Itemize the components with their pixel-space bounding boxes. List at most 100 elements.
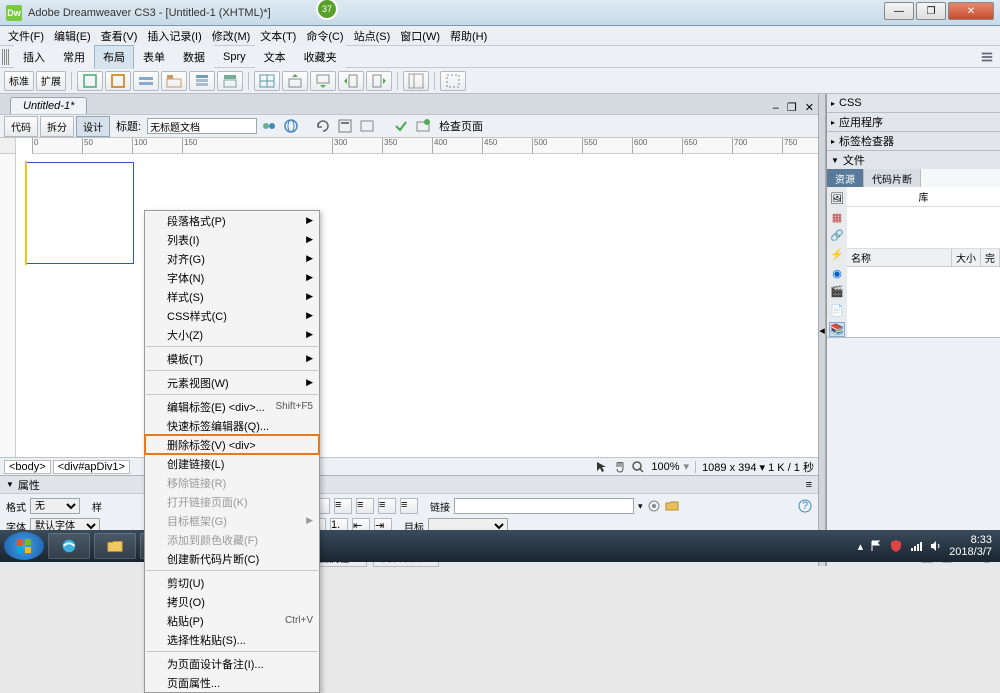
insert-tab-text[interactable]: 文本 bbox=[255, 45, 295, 69]
view-design-button[interactable]: 设计 bbox=[76, 116, 110, 137]
col-size[interactable]: 大小 bbox=[952, 249, 981, 266]
assets-shockwave-icon[interactable]: ◉ bbox=[829, 266, 845, 281]
zoom-level[interactable]: 100% bbox=[651, 461, 679, 473]
link-input[interactable] bbox=[454, 498, 634, 514]
files-panel-header[interactable]: ▼文件 bbox=[827, 151, 1000, 169]
tray-shield-icon[interactable] bbox=[889, 539, 903, 553]
library-list[interactable] bbox=[847, 267, 1000, 337]
tray-up-icon[interactable]: ▴ bbox=[858, 540, 864, 553]
start-button[interactable] bbox=[4, 532, 44, 560]
menu-window[interactable]: 窗口(W) bbox=[396, 26, 444, 46]
vertical-ruler[interactable] bbox=[0, 154, 16, 457]
doc-restore-button[interactable]: ❐ bbox=[783, 101, 801, 114]
assets-movies-icon[interactable]: 🎬 bbox=[829, 285, 845, 300]
ctx-item-6[interactable]: 大小(Z)▶ bbox=[145, 325, 319, 344]
tool-spry-tabbed-button[interactable] bbox=[161, 71, 187, 91]
layout-standard-button[interactable]: 标准 bbox=[4, 71, 34, 91]
close-button[interactable]: ✕ bbox=[948, 2, 994, 20]
visual-aids-icon[interactable] bbox=[359, 118, 375, 134]
taskbar-explorer-button[interactable] bbox=[94, 533, 136, 559]
design-canvas[interactable] bbox=[16, 154, 818, 457]
col-full[interactable]: 完 bbox=[981, 249, 1000, 266]
application-panel-header[interactable]: ▸应用程序 bbox=[827, 113, 1000, 131]
menu-help[interactable]: 帮助(H) bbox=[446, 26, 491, 46]
insertbar-handle[interactable] bbox=[2, 49, 10, 65]
snippets-tab[interactable]: 代码片断 bbox=[864, 169, 921, 187]
assets-colors-icon[interactable]: ▦ bbox=[829, 210, 845, 225]
ruler-origin[interactable] bbox=[0, 138, 16, 154]
insertbar-menu-icon[interactable] bbox=[980, 50, 994, 64]
view-split-button[interactable]: 拆分 bbox=[40, 116, 74, 137]
refresh-icon[interactable] bbox=[315, 118, 331, 134]
ctx-item-19[interactable]: 拷贝(O) bbox=[145, 592, 319, 611]
align-right-button[interactable]: ≡ bbox=[378, 498, 396, 514]
taskbar-ie-button[interactable] bbox=[48, 533, 90, 559]
assets-flash-icon[interactable]: ⚡ bbox=[829, 247, 845, 262]
tag-body[interactable]: <body> bbox=[4, 460, 51, 474]
maximize-button[interactable]: ❐ bbox=[916, 2, 946, 20]
window-size-status[interactable]: 1089 x 394 ▾ 1 K / 1 秒 bbox=[702, 459, 814, 475]
menu-site[interactable]: 站点(S) bbox=[350, 26, 395, 46]
tool-insert-col-left-button[interactable] bbox=[338, 71, 364, 91]
doc-close-button[interactable]: ✕ bbox=[801, 101, 818, 114]
properties-header[interactable]: ▼ 属性 ≡ bbox=[0, 476, 818, 494]
tool-frames-button[interactable] bbox=[403, 71, 429, 91]
ctx-item-22[interactable]: 为页面设计备注(I)... bbox=[145, 654, 319, 673]
ctx-item-11[interactable]: 删除标签(V) <div> bbox=[145, 435, 319, 454]
ctx-item-4[interactable]: 样式(S)▶ bbox=[145, 287, 319, 306]
insert-tab-layout[interactable]: 布局 bbox=[94, 45, 134, 69]
panel-menu-icon[interactable]: ≡ bbox=[806, 479, 812, 491]
menu-edit[interactable]: 编辑(E) bbox=[50, 26, 95, 46]
insert-tab-spry[interactable]: Spry bbox=[214, 47, 255, 67]
ctx-item-3[interactable]: 字体(N)▶ bbox=[145, 268, 319, 287]
col-name[interactable]: 名称 bbox=[847, 249, 952, 266]
ctx-item-12[interactable]: 创建链接(L) bbox=[145, 454, 319, 473]
assets-library-icon[interactable]: 📚 bbox=[829, 322, 845, 337]
menu-file[interactable]: 文件(F) bbox=[4, 26, 48, 46]
assets-urls-icon[interactable]: 🔗 bbox=[829, 228, 845, 243]
horizontal-ruler[interactable]: 0 50 100 150 300 350 400 450 500 550 600… bbox=[32, 138, 818, 154]
tool-insert-row-above-button[interactable] bbox=[282, 71, 308, 91]
ctx-item-7[interactable]: 模板(T)▶ bbox=[145, 349, 319, 368]
tool-spry-accordion-button[interactable] bbox=[189, 71, 215, 91]
menu-text[interactable]: 文本(T) bbox=[256, 26, 300, 46]
panel-collapse-handle[interactable]: ◂ bbox=[818, 94, 826, 566]
ctx-item-9[interactable]: 编辑标签(E) <div>...Shift+F5 bbox=[145, 397, 319, 416]
tray-volume-icon[interactable] bbox=[929, 539, 943, 553]
tool-insert-row-below-button[interactable] bbox=[310, 71, 336, 91]
ctx-item-8[interactable]: 元素视图(W)▶ bbox=[145, 373, 319, 392]
insert-tab-forms[interactable]: 表单 bbox=[134, 45, 174, 69]
tool-insert-col-right-button[interactable] bbox=[366, 71, 392, 91]
tool-iframe-button[interactable] bbox=[440, 71, 466, 91]
insert-tab-common[interactable]: 常用 bbox=[54, 45, 94, 69]
tool-table-button[interactable] bbox=[254, 71, 280, 91]
ctx-item-18[interactable]: 剪切(U) bbox=[145, 573, 319, 592]
doc-minimize-button[interactable]: – bbox=[769, 102, 783, 114]
insert-tab-fav[interactable]: 收藏夹 bbox=[295, 45, 346, 69]
menu-view[interactable]: 查看(V) bbox=[97, 26, 142, 46]
file-management-icon[interactable] bbox=[261, 118, 277, 134]
minimize-button[interactable]: — bbox=[884, 2, 914, 20]
validate-icon[interactable] bbox=[393, 118, 409, 134]
layout-expanded-button[interactable]: 扩展 bbox=[36, 71, 66, 91]
tray-flag-icon[interactable] bbox=[869, 539, 883, 553]
assets-scripts-icon[interactable]: 📄 bbox=[829, 303, 845, 318]
select-tool-icon[interactable] bbox=[595, 460, 609, 474]
ctx-item-2[interactable]: 对齐(G)▶ bbox=[145, 249, 319, 268]
align-left-button[interactable]: ≡ bbox=[334, 498, 352, 514]
taskbar-clock[interactable]: 8:33 2018/3/7 bbox=[949, 534, 992, 558]
insert-tab-insert[interactable]: 插入 bbox=[14, 45, 54, 69]
ctx-item-23[interactable]: 页面属性... bbox=[145, 673, 319, 692]
assets-images-icon[interactable]: 🖼 bbox=[829, 191, 845, 206]
format-select[interactable]: 无 bbox=[30, 498, 80, 514]
point-to-file-icon[interactable] bbox=[647, 499, 661, 513]
view-code-button[interactable]: 代码 bbox=[4, 116, 38, 137]
tag-inspector-panel-header[interactable]: ▸标签检查器 bbox=[827, 132, 1000, 150]
tag-div[interactable]: <div#apDiv1> bbox=[53, 460, 130, 474]
assets-tab[interactable]: 资源 bbox=[827, 169, 864, 187]
ctx-item-10[interactable]: 快速标签编辑器(Q)... bbox=[145, 416, 319, 435]
ctx-item-5[interactable]: CSS样式(C)▶ bbox=[145, 306, 319, 325]
check-page-label[interactable]: 检查页面 bbox=[439, 118, 483, 134]
ctx-item-20[interactable]: 粘贴(P)Ctrl+V bbox=[145, 611, 319, 630]
tool-insert-div-button[interactable] bbox=[77, 71, 103, 91]
